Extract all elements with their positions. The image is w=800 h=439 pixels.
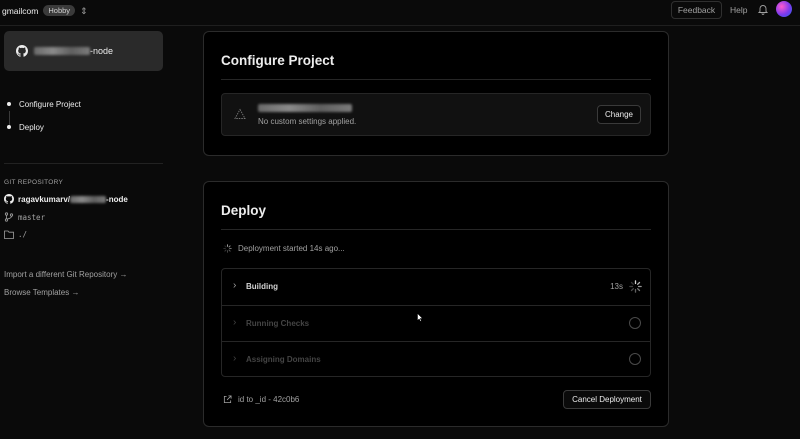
external-link-icon <box>223 395 232 404</box>
spinner-icon <box>629 280 642 293</box>
git-repo-link[interactable]: ragavkumarv/ -node <box>4 194 128 204</box>
step-assigning-domains[interactable]: › Assigning Domains <box>222 341 650 377</box>
browse-templates-link[interactable]: Browse Templates → <box>4 288 79 297</box>
team-name: gmailcom <box>2 5 39 16</box>
deploy-title: Deploy <box>221 203 267 218</box>
git-repo-suffix: -node <box>106 194 128 204</box>
feedback-button[interactable]: Feedback <box>671 1 722 19</box>
step-configure-project: Configure Project <box>7 97 81 111</box>
redacted-text <box>34 47 90 55</box>
configure-project-title: Configure Project <box>221 53 335 68</box>
settings-subtitle: No custom settings applied. <box>258 117 357 126</box>
top-bar: gmailcom Hobby ⇕ Feedback Help <box>0 0 800 26</box>
import-different-repo-link[interactable]: Import a different Git Repository → <box>4 270 127 279</box>
divider <box>221 79 651 80</box>
team-switcher[interactable]: gmailcom Hobby ⇕ <box>2 5 88 16</box>
avatar[interactable] <box>776 1 792 17</box>
root-directory: ./ <box>18 230 28 239</box>
change-button[interactable]: Change <box>597 105 641 124</box>
step-duration: 13s <box>610 282 623 291</box>
plan-badge: Hobby <box>43 5 76 16</box>
step-deploy: Deploy <box>7 120 81 134</box>
deployment-id-link[interactable]: id to _id - 42c0b6 <box>223 395 299 404</box>
step-dot <box>7 125 11 129</box>
branch-name: master <box>18 212 46 222</box>
cancel-deployment-button[interactable]: Cancel Deployment <box>563 390 651 409</box>
deployment-steps: › Building 13s › Running Checks › Assign… <box>221 268 651 377</box>
step-label: Running Checks <box>246 319 310 328</box>
chevron-right-icon: › <box>233 280 237 291</box>
step-label: Building <box>246 282 278 291</box>
framework-triangle-icon <box>234 108 246 119</box>
chevron-right-icon: › <box>233 353 237 364</box>
pending-circle-icon <box>629 353 641 365</box>
deploy-panel: Deploy Deployment started 14s ago... › B… <box>203 181 669 427</box>
github-icon <box>4 194 14 204</box>
divider <box>221 229 651 230</box>
progress-steps: Configure Project Deploy <box>7 97 81 134</box>
redacted-text <box>70 195 107 203</box>
chevron-up-down-icon: ⇕ <box>80 5 88 16</box>
git-repository-heading: GIT REPOSITORY <box>4 179 64 186</box>
git-branch-icon <box>4 212 14 222</box>
bell-icon[interactable] <box>757 3 769 15</box>
deployment-status-text: Deployment started 14s ago... <box>238 244 345 253</box>
deployment-id: id to _id - 42c0b6 <box>238 395 300 404</box>
git-owner: ragavkumarv/ <box>18 194 71 204</box>
deployment-status: Deployment started 14s ago... <box>223 244 345 253</box>
step-dot <box>7 102 11 106</box>
project-settings-box: No custom settings applied. Change <box>221 93 651 136</box>
repo-card: -node <box>4 31 163 71</box>
git-root-directory: ./ <box>4 230 27 239</box>
mouse-cursor-icon <box>417 313 423 322</box>
spinner-icon <box>223 244 232 253</box>
sidebar-divider <box>4 163 163 164</box>
git-branch: master <box>4 212 45 222</box>
repo-card-name: -node <box>34 46 113 56</box>
chevron-right-icon: › <box>233 317 237 328</box>
help-link[interactable]: Help <box>730 5 747 15</box>
configure-project-panel: Configure Project No custom settings app… <box>203 31 669 156</box>
folder-icon <box>4 230 14 239</box>
redacted-text <box>258 104 352 112</box>
step-label: Assigning Domains <box>246 355 321 364</box>
step-building[interactable]: › Building 13s <box>222 269 650 305</box>
pending-circle-icon <box>629 317 641 329</box>
step-running-checks[interactable]: › Running Checks <box>222 305 650 341</box>
github-icon <box>16 45 28 57</box>
